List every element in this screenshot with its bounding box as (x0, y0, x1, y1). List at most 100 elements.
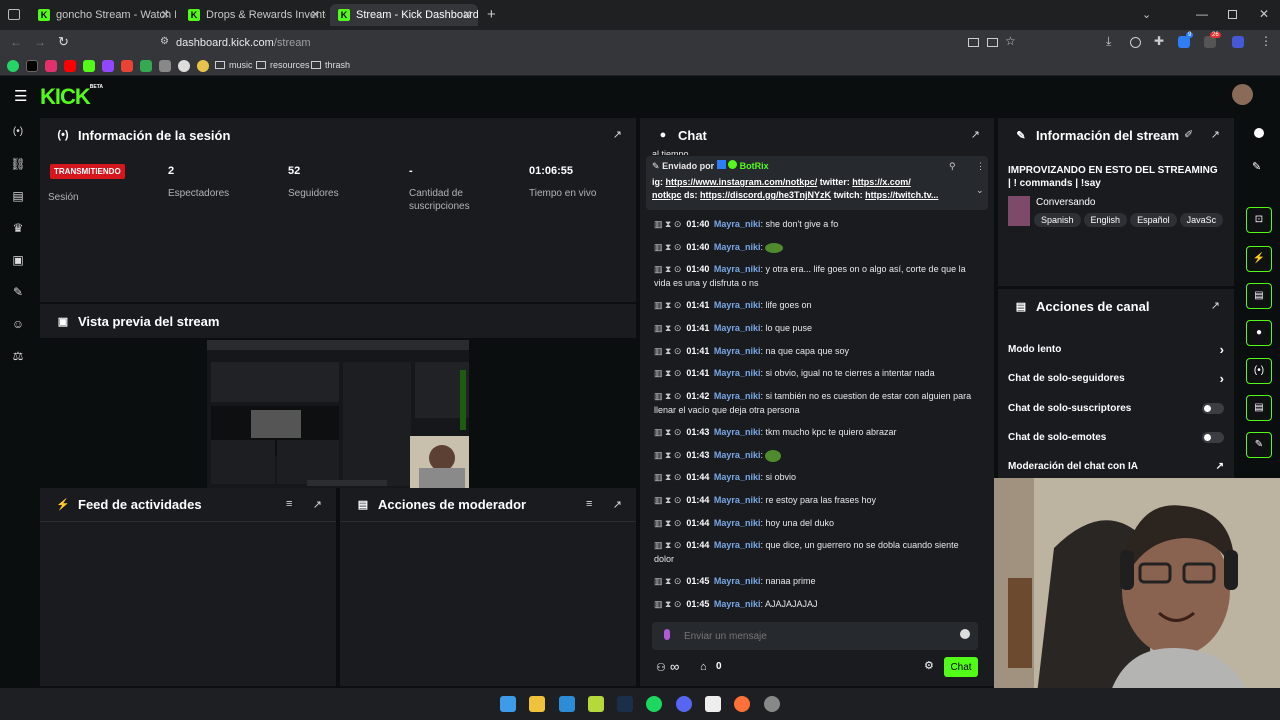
chat-bubble-button[interactable]: ● (1246, 320, 1272, 346)
message-tools-icon[interactable]: ▥ ⧗ ⊙ (654, 264, 681, 274)
microphone-icon[interactable] (664, 629, 670, 640)
message-user[interactable]: Mayra_niki (714, 450, 761, 460)
message-user[interactable]: Mayra_niki (714, 576, 761, 586)
actions-button[interactable]: ▤ (1246, 395, 1272, 421)
message-tools-icon[interactable]: ▥ ⧗ ⊙ (654, 450, 681, 460)
screen-capture-button[interactable]: ⊡ (1246, 207, 1272, 233)
menu-kebab-icon[interactable]: ⋮ (1260, 34, 1272, 48)
kick-icon[interactable] (83, 60, 95, 72)
message-user[interactable]: Mayra_niki (714, 300, 761, 310)
address-bar[interactable]: ⚙ dashboard.kick.com/stream (150, 33, 1030, 53)
chat-input-box[interactable] (652, 622, 978, 650)
twitch-icon[interactable] (102, 60, 114, 72)
send-chat-button[interactable]: Chat (944, 657, 978, 677)
broadcast-icon[interactable]: (•) (10, 124, 26, 140)
screenshot-icon[interactable] (987, 38, 998, 47)
slow-mode-row[interactable]: Modo lento › (1008, 341, 1224, 357)
expand-chevron-icon[interactable]: ⌄ (976, 184, 984, 197)
users-icon[interactable]: ☺ (10, 316, 26, 332)
extension-icon[interactable] (159, 60, 171, 72)
ai-moderation-row[interactable]: Moderación del chat con IA ↗ (1008, 458, 1224, 474)
instagram-icon[interactable] (45, 60, 57, 72)
file-explorer-icon[interactable] (529, 696, 545, 712)
chat-message-input[interactable] (684, 628, 934, 644)
pinned-link[interactable]: https://x.com/ (852, 177, 911, 187)
message-user[interactable]: Mayra_niki (714, 599, 761, 609)
pinned-by-user[interactable]: BotRix (740, 161, 769, 171)
message-user[interactable]: Mayra_niki (714, 472, 761, 482)
message-user[interactable]: Mayra_niki (714, 427, 761, 437)
chrome-icon[interactable] (764, 696, 780, 712)
trophy-icon[interactable]: ♛ (10, 220, 26, 236)
message-tools-icon[interactable]: ▥ ⧗ ⊙ (654, 242, 681, 252)
close-window-icon[interactable]: ✕ (1259, 7, 1269, 21)
message-tools-icon[interactable]: ▥ ⧗ ⊙ (654, 368, 681, 378)
epic-games-icon[interactable] (705, 696, 721, 712)
subs-only-toggle[interactable] (1202, 402, 1224, 414)
bookmark-icon[interactable] (197, 60, 209, 72)
vscode-icon[interactable] (559, 696, 575, 712)
message-tools-icon[interactable]: ▥ ⧗ ⊙ (654, 495, 681, 505)
new-tab-button[interactable]: + (487, 6, 496, 23)
firefox-icon[interactable] (734, 696, 750, 712)
tab-goncho-stream[interactable]: K goncho Stream - Watch Live on ✕ (30, 4, 176, 26)
tab-close-icon[interactable]: ✕ (463, 8, 472, 21)
message-tools-icon[interactable]: ▥ ⧗ ⊙ (654, 472, 681, 482)
restore-icon[interactable] (1228, 10, 1237, 19)
message-tools-icon[interactable]: ▥ ⧗ ⊙ (654, 518, 681, 528)
message-user[interactable]: Mayra_niki (714, 264, 761, 274)
emoji-icon[interactable] (960, 629, 970, 639)
bookmark-folder-resources[interactable]: resources (256, 60, 310, 70)
hamburger-menu-icon[interactable]: ☰ (14, 87, 27, 105)
filter-icon[interactable]: ≡ (286, 498, 292, 510)
bookmark-star-icon[interactable]: ☆ (1005, 34, 1016, 48)
message-user[interactable]: Mayra_niki (714, 242, 761, 252)
message-tools-icon[interactable]: ▥ ⧗ ⊙ (654, 346, 681, 356)
popout-icon[interactable]: ↗ (313, 498, 322, 511)
account-icon[interactable] (1130, 37, 1141, 48)
download-icon[interactable]: ⤓ (1106, 34, 1111, 49)
pinned-link[interactable]: https://www.instagram.com/notkpc/ (666, 177, 818, 187)
message-user[interactable]: Mayra_niki (714, 219, 761, 229)
live-app-icon[interactable] (588, 696, 604, 712)
info-icon[interactable] (1254, 128, 1264, 138)
points-icon[interactable]: ⚇ (656, 661, 666, 674)
message-user[interactable]: Mayra_niki (714, 346, 761, 356)
popout-icon[interactable]: ↗ (613, 498, 622, 511)
popout-icon[interactable]: ↗ (1211, 299, 1220, 312)
tag-pill[interactable]: English (1083, 213, 1128, 227)
profile-avatar-icon[interactable] (1232, 36, 1244, 48)
message-tools-icon[interactable]: ▥ ⧗ ⊙ (654, 540, 681, 550)
message-tools-icon[interactable]: ▥ ⧗ ⊙ (654, 219, 681, 229)
steam-icon[interactable] (617, 696, 633, 712)
x-icon[interactable] (26, 60, 38, 72)
store-icon[interactable]: ⌂ (700, 661, 707, 673)
followers-only-row[interactable]: Chat de solo-seguidores › (1008, 370, 1224, 386)
youtube-icon[interactable] (64, 60, 76, 72)
message-tools-icon[interactable]: ▥ ⧗ ⊙ (654, 300, 681, 310)
link-icon[interactable]: ⛓ (10, 156, 26, 172)
pinned-link[interactable]: notkpc (652, 190, 682, 200)
message-tools-icon[interactable]: ▥ ⧗ ⊙ (654, 599, 681, 609)
whatsapp-icon[interactable] (7, 60, 19, 72)
filter-icon[interactable]: ≡ (586, 498, 592, 510)
lightning-button[interactable]: ⚡ (1246, 246, 1272, 272)
message-user[interactable]: Mayra_niki (714, 495, 761, 505)
video-icon[interactable]: ▣ (10, 252, 26, 268)
tab-search-icon[interactable] (8, 9, 20, 20)
emotes-only-toggle[interactable] (1202, 431, 1224, 443)
site-info-icon[interactable]: ⚙ (160, 36, 169, 47)
bookmark-folder-music[interactable]: music (215, 60, 253, 70)
edit-pencil-icon[interactable]: ✐ (1184, 128, 1193, 141)
chrome-icon[interactable] (178, 60, 190, 72)
tab-close-icon[interactable]: ✕ (311, 8, 320, 21)
unpin-icon[interactable]: ⚲ (949, 160, 956, 173)
spotify-icon[interactable] (646, 696, 662, 712)
pinned-link[interactable]: https://discord.gg/he3TnjNYzK (700, 190, 831, 200)
document-button[interactable]: ▤ (1246, 283, 1272, 309)
popout-icon[interactable]: ↗ (1211, 128, 1220, 141)
back-arrow-icon[interactable]: ← (10, 35, 22, 49)
extensions-icon[interactable]: ✚ (1154, 34, 1164, 48)
windows-start-icon[interactable] (500, 696, 516, 712)
gmail-icon[interactable] (121, 60, 133, 72)
